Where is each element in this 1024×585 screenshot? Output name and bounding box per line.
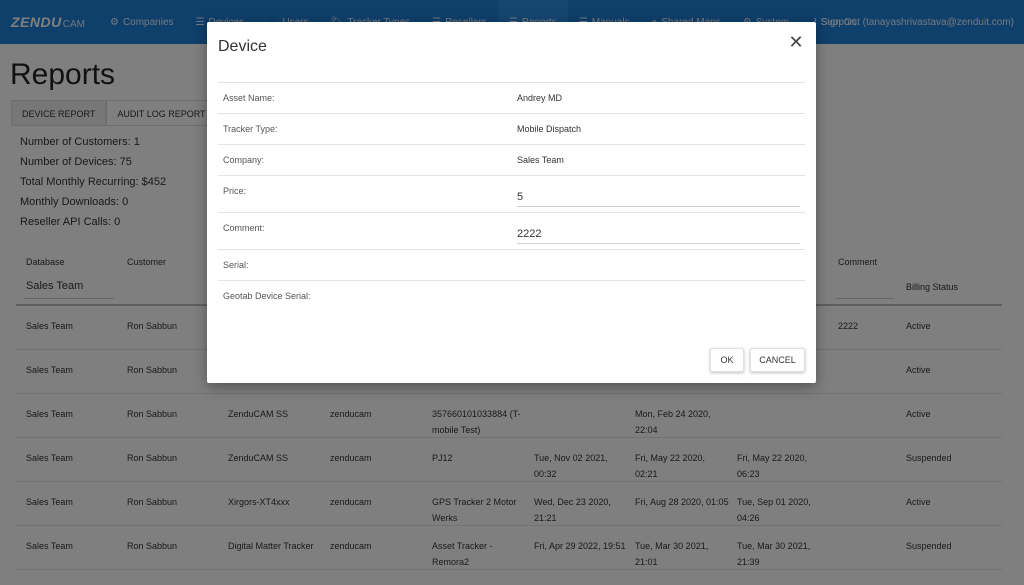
asset-name-label: Asset Name: <box>223 93 275 103</box>
tracker-type-value: Mobile Dispatch <box>517 124 582 134</box>
company-label: Company: <box>223 155 265 165</box>
field-serial: Serial: <box>218 249 805 280</box>
dialog-title: Device <box>218 38 267 55</box>
field-price: Price: <box>218 175 805 212</box>
price-input[interactable] <box>517 187 800 207</box>
serial-label: Serial: <box>223 260 249 270</box>
cancel-button[interactable]: CANCEL <box>750 348 805 372</box>
tracker-type-label: Tracker Type: <box>223 124 278 134</box>
field-geotab-serial: Geotab Device Serial: <box>218 280 805 311</box>
geotab-serial-label: Geotab Device Serial: <box>223 291 311 301</box>
ok-button[interactable]: OK <box>710 348 744 372</box>
comment-input[interactable] <box>517 224 800 244</box>
field-tracker-type: Tracker Type: Mobile Dispatch <box>218 113 805 144</box>
field-company: Company: Sales Team <box>218 144 805 175</box>
field-asset-name: Asset Name: Andrey MD <box>218 82 805 113</box>
asset-name-value: Andrey MD <box>517 93 563 103</box>
company-value: Sales Team <box>517 155 564 165</box>
close-icon[interactable]: ✕ <box>786 32 806 52</box>
field-comment: Comment: <box>218 212 805 249</box>
comment-label: Comment: <box>223 223 265 233</box>
device-dialog: Device ✕ Asset Name: Andrey MD Tracker T… <box>207 22 816 383</box>
price-label: Price: <box>223 186 247 196</box>
